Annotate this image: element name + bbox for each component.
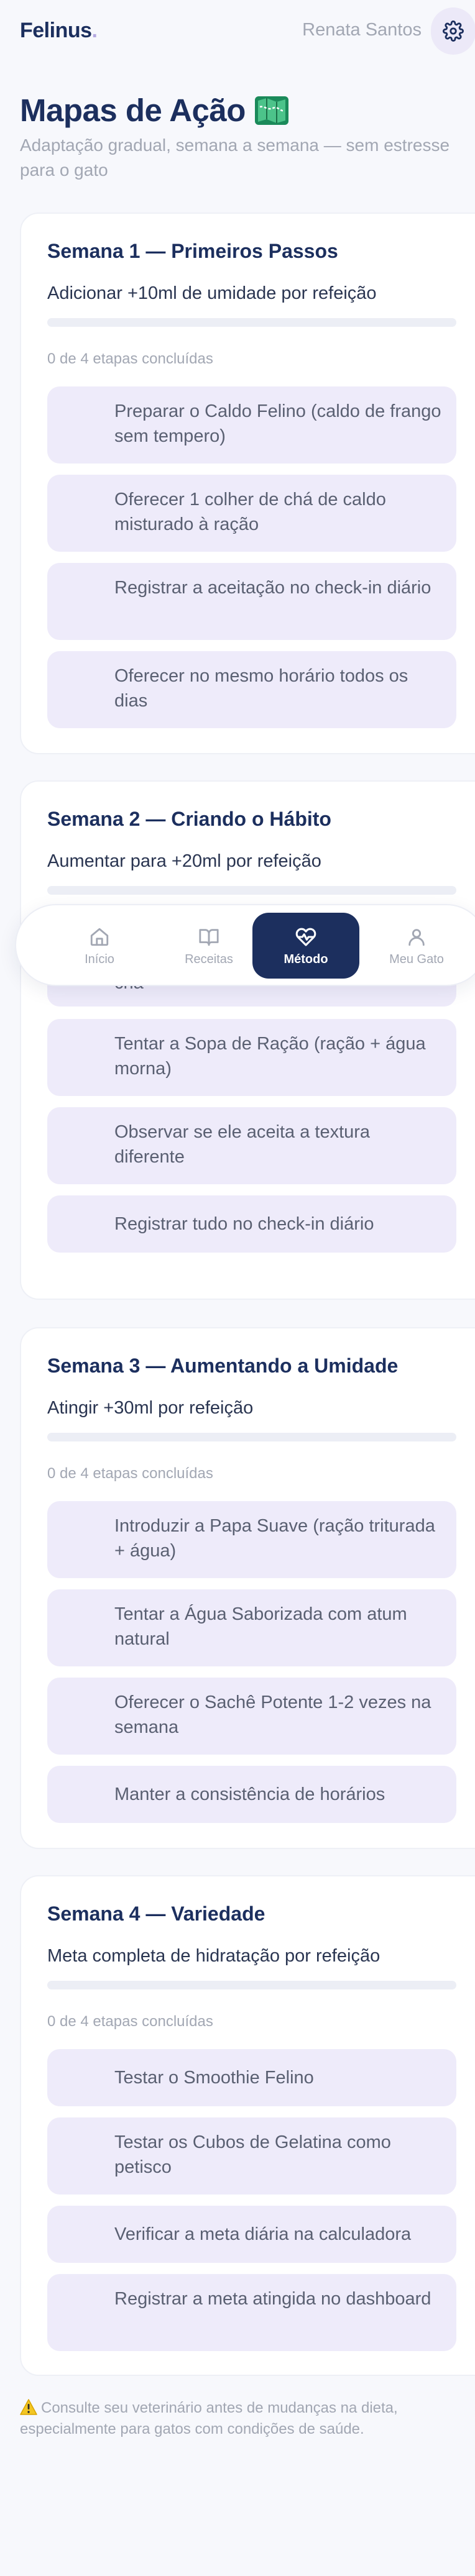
task-item[interactable]: Manter a consistência de horários: [47, 1766, 456, 1823]
checkbox-icon[interactable]: [65, 1610, 99, 1645]
week-card-1: Semana 1 — Primeiros Passos Adicionar +1…: [20, 212, 475, 754]
checkbox-icon[interactable]: [65, 672, 99, 707]
checkbox-icon[interactable]: [65, 584, 99, 619]
checkbox-icon[interactable]: [65, 1699, 99, 1733]
task-item[interactable]: Verificar a meta diária na calculadora: [47, 2206, 456, 2263]
task-label: Oferecer no mesmo horário todos os dias: [114, 666, 408, 711]
week-goal: Adicionar +10ml de umidade por refeição: [47, 283, 377, 303]
checkbox-icon[interactable]: [65, 1207, 99, 1241]
task-item[interactable]: Registrar a aceitação no check-in diário: [47, 563, 456, 640]
week-title: Semana 1 — Primeiros Passos: [47, 240, 338, 262]
nav-label: Início: [85, 952, 114, 966]
task-label: Registrar tudo no check-in diário: [114, 1214, 374, 1234]
nav-item-receitas[interactable]: Receitas: [155, 913, 262, 979]
task-label: Tentar a Água Saborizada com atum natura…: [114, 1604, 407, 1649]
task-label: Registrar a aceitação no check-in diário: [114, 578, 431, 598]
task-label: Verificar a meta diária na calculadora: [114, 2224, 412, 2244]
disclaimer-text: Consulte seu veterinário antes de mudanç…: [20, 2400, 398, 2437]
week-progress-text: 0 de 4 etapas concluídas: [47, 2013, 213, 2030]
task-item[interactable]: Testar o Smoothie Felino: [47, 2049, 456, 2106]
week-card-4: Semana 4 — Variedade Meta completa de hi…: [20, 1875, 475, 2376]
task-item[interactable]: Tentar a Sopa de Ração (ração + água mor…: [47, 1019, 456, 1096]
week-progress-bar: [47, 1981, 456, 1989]
week-title: Semana 4 — Variedade: [47, 1902, 265, 1925]
page-title-row: Mapas de Ação: [20, 92, 289, 129]
week-goal: Meta completa de hidratação por refeição: [47, 1946, 380, 1966]
checkbox-icon[interactable]: [65, 2217, 99, 2252]
book-icon: [199, 929, 219, 946]
logo-dot: .: [91, 19, 98, 42]
nav-item-meu-gato[interactable]: Meu Gato: [363, 913, 470, 979]
warning-icon: [20, 2399, 37, 2415]
week-goal: Aumentar para +20ml por refeição: [47, 851, 321, 871]
task-item[interactable]: Testar os Cubos de Gelatina como petisco: [47, 2117, 456, 2195]
map-icon: [254, 96, 288, 125]
week-progress-bar: [47, 1433, 456, 1441]
settings-button[interactable]: [431, 7, 475, 55]
week-title: Semana 3 — Aumentando a Umidade: [47, 1354, 399, 1377]
gear-icon: [443, 21, 464, 42]
checkbox-icon[interactable]: [65, 2139, 99, 2173]
task-item[interactable]: Oferecer no mesmo horário todos os dias: [47, 651, 456, 728]
app-header: Felinus. Renata Santos: [0, 0, 475, 63]
task-item[interactable]: Introduzir a Papa Suave (ração triturada…: [47, 1501, 456, 1578]
task-label: Tentar a Sopa de Ração (ração + água mor…: [114, 1034, 426, 1079]
task-item[interactable]: Oferecer 1 colher de chá de caldo mistur…: [47, 475, 456, 552]
app-logo[interactable]: Felinus.: [20, 19, 98, 43]
checkbox-icon[interactable]: [65, 408, 99, 442]
bottom-nav: Início Receitas Método Meu Gato: [15, 904, 475, 986]
checkbox-icon[interactable]: [65, 1040, 99, 1075]
heart-pulse-icon: [295, 928, 316, 946]
task-label: Introduzir a Papa Suave (ração triturada…: [114, 1516, 435, 1561]
week-progress-text: 0 de 4 etapas concluídas: [47, 350, 213, 367]
task-label: Manter a consistência de horários: [114, 1784, 385, 1804]
user-name: Renata Santos: [302, 20, 422, 40]
week-progress-text: 0 de 4 etapas concluídas: [47, 1465, 213, 1482]
task-item[interactable]: Oferecer o Sachê Potente 1-2 vezes na se…: [47, 1678, 456, 1755]
task-item[interactable]: Registrar a meta atingida no dashboard: [47, 2274, 456, 2351]
checkbox-icon[interactable]: [65, 2060, 99, 2095]
home-icon: [90, 928, 109, 946]
task-label: Registrar a meta atingida no dashboard: [114, 2289, 431, 2309]
checkbox-icon[interactable]: [65, 1128, 99, 1163]
task-label: Observar se ele aceita a textura diferen…: [114, 1122, 371, 1167]
checkbox-icon[interactable]: [65, 496, 99, 531]
page-subtitle: Adaptação gradual, semana a semana — sem…: [20, 135, 450, 180]
nav-label: Método: [284, 952, 328, 966]
checkbox-icon[interactable]: [65, 1777, 99, 1812]
task-item[interactable]: Observar se ele aceita a textura diferen…: [47, 1107, 456, 1184]
week-goal: Atingir +30ml por refeição: [47, 1398, 254, 1418]
week-card-3: Semana 3 — Aumentando a Umidade Atingir …: [20, 1327, 475, 1849]
checkbox-icon[interactable]: [65, 1522, 99, 1557]
checkbox-icon[interactable]: [65, 2295, 99, 2330]
nav-label: Receitas: [185, 952, 233, 966]
week-progress-bar: [47, 886, 456, 895]
nav-item-inicio[interactable]: Início: [46, 913, 153, 979]
disclaimer-note: Consulte seu veterinário antes de mudanç…: [20, 2398, 468, 2440]
task-label: Oferecer o Sachê Potente 1-2 vezes na se…: [114, 1692, 431, 1737]
task-item[interactable]: Registrar tudo no check-in diário: [47, 1195, 456, 1253]
task-item[interactable]: Tentar a Água Saborizada com atum natura…: [47, 1589, 456, 1666]
nav-label: Meu Gato: [389, 952, 444, 966]
task-label: Testar o Smoothie Felino: [114, 2068, 314, 2088]
task-item[interactable]: Preparar o Caldo Felino (caldo de frango…: [47, 386, 456, 464]
week-progress-bar: [47, 318, 456, 327]
page-title: Mapas de Ação: [20, 93, 246, 128]
task-label: Preparar o Caldo Felino (caldo de frango…: [114, 401, 441, 446]
week-title: Semana 2 — Criando o Hábito: [47, 808, 331, 830]
user-icon: [408, 929, 425, 946]
week-card-2: Semana 2 — Criando o Hábito Aumentar par…: [20, 780, 475, 1300]
logo-text: Felinus: [20, 19, 92, 42]
task-label: Oferecer 1 colher de chá de caldo mistur…: [114, 490, 386, 534]
nav-item-metodo[interactable]: Método: [252, 913, 359, 979]
task-label: Testar os Cubos de Gelatina como petisco: [114, 2132, 391, 2177]
